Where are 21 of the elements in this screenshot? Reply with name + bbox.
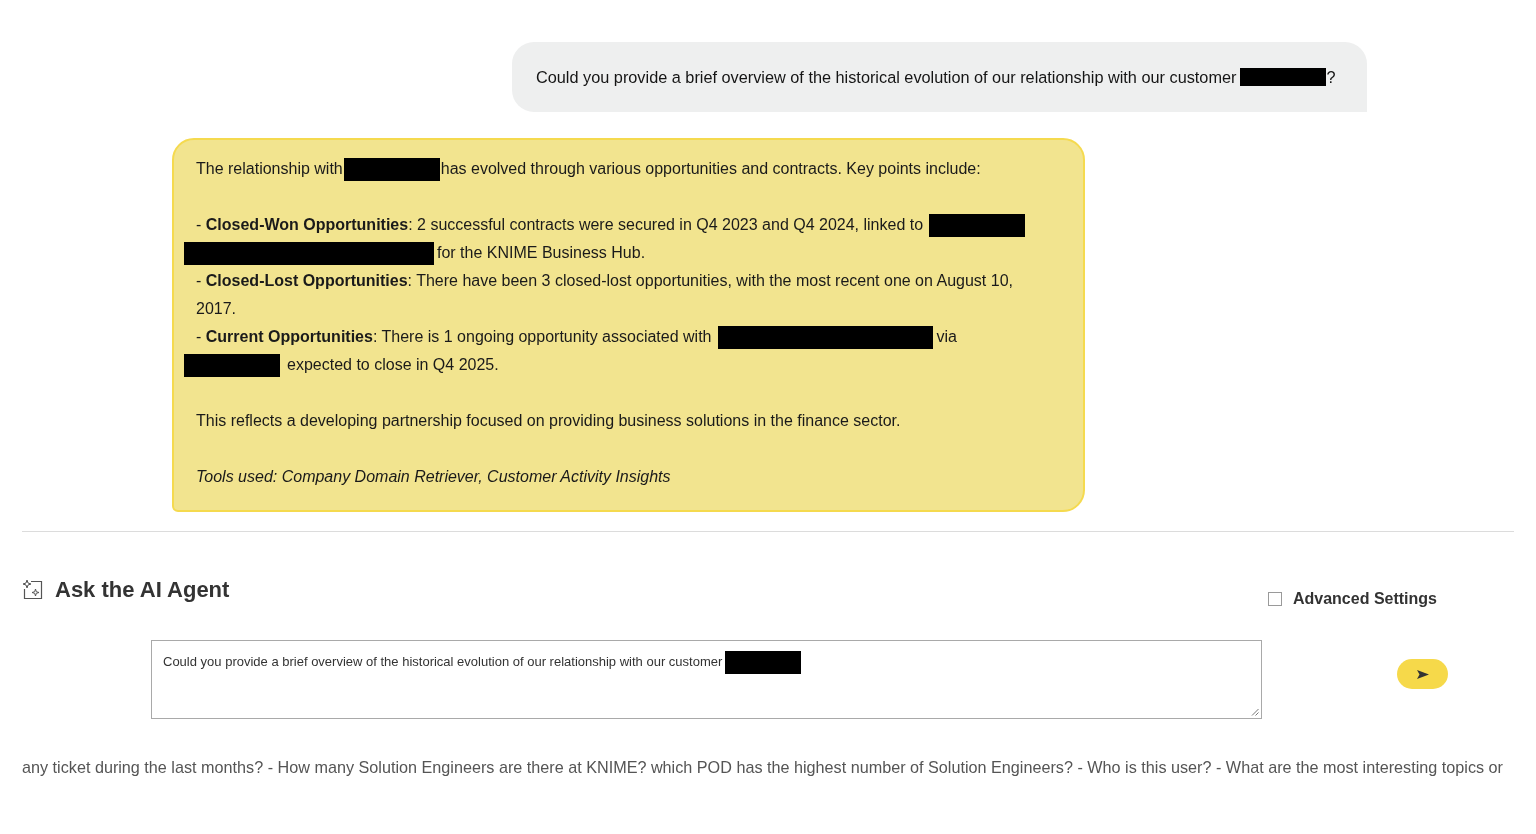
message-text: Could you provide a brief overview of the historical evolution of our relationship with our customer <box>536 66 1237 88</box>
answer-text: This reflects a developing partnership focused on providing business solutions in the finance sector. <box>196 411 901 431</box>
tools-used-text: Tools used: Company Domain Retriever, Customer Activity Insights <box>196 467 671 487</box>
answer-text: The relationship with <box>196 159 343 179</box>
send-button[interactable] <box>1397 659 1448 689</box>
suggestion-ticker-text: any ticket during the last months? - How many Solution Engineers are there at KNIME? which POD has the highest number of Solution Engineers? - Who is this user? - What are the most interesting topics or <box>22 758 1503 776</box>
prompt-field[interactable]: Could you provide a brief overview of the historical evolution of our relationship with our customer <box>151 640 1262 719</box>
checkbox[interactable] <box>1267 592 1282 606</box>
message-text: ? <box>1326 66 1336 88</box>
checkbox-label[interactable]: Advanced Settings <box>1292 590 1437 608</box>
answer-text: - Current Opportunities: There is 1 ongoing opportunity associated with <box>196 327 712 347</box>
answer-text: expected to close in Q4 2025. <box>287 355 499 375</box>
sparkle-icon <box>22 579 44 601</box>
answer-text: - Closed-Lost Opportunities: There have been 3 closed-lost opportunities, with the most recent one on August 10, 2017. <box>196 271 1014 319</box>
answer-text: has evolved through various opportunities and contracts. Key points include: <box>440 159 981 179</box>
answer-text: - Closed-Won Opportunities: 2 successful contracts were secured in Q4 2023 and Q4 2024, linked to <box>196 215 924 235</box>
answer-text: via <box>936 327 957 347</box>
answer-text: for the KNIME Business Hub. <box>437 243 646 263</box>
resize-handle-icon[interactable] <box>1251 708 1259 716</box>
section-title: Ask the AI Agent <box>55 576 230 604</box>
send-icon <box>1416 669 1429 679</box>
